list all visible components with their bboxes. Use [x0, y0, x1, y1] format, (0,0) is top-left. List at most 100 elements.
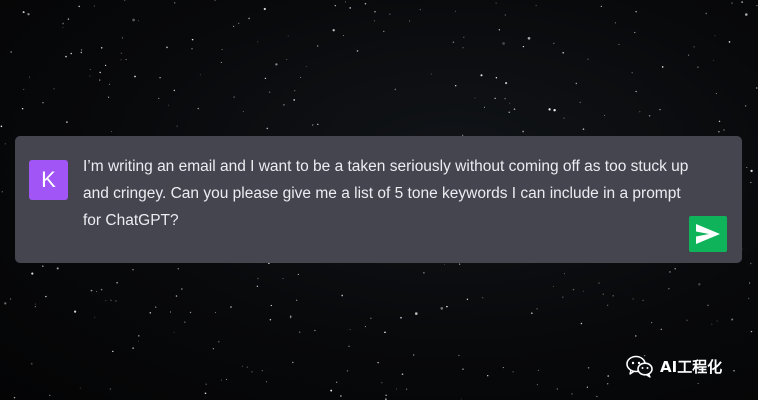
star: [607, 375, 610, 377]
star: [487, 375, 489, 377]
star: [221, 48, 223, 51]
star: [607, 383, 609, 385]
star: [99, 79, 101, 81]
star: [454, 84, 457, 87]
star: [90, 289, 93, 292]
star: [413, 354, 415, 356]
star: [648, 115, 651, 117]
star: [266, 127, 269, 130]
star: [230, 306, 232, 308]
star: [23, 88, 25, 90]
star: [674, 268, 676, 270]
star: [553, 42, 555, 45]
star: [562, 296, 564, 298]
star: [728, 41, 731, 43]
star: [248, 17, 250, 20]
star: [80, 49, 83, 51]
star: [750, 181, 752, 184]
star: [289, 316, 292, 319]
star: [697, 382, 699, 385]
star: [587, 367, 590, 369]
star: [750, 330, 753, 333]
star: [218, 341, 220, 343]
star: [444, 263, 445, 265]
star: [31, 272, 34, 275]
star: [705, 12, 708, 15]
star: [707, 304, 709, 306]
star: [115, 300, 117, 302]
send-button[interactable]: [689, 216, 727, 252]
star: [409, 20, 411, 22]
star: [749, 282, 751, 284]
star: [316, 45, 319, 47]
star: [53, 88, 55, 90]
star: [79, 387, 81, 389]
star: [389, 13, 391, 15]
star: [553, 286, 555, 287]
star: [635, 335, 637, 337]
star: [459, 263, 461, 265]
star: [522, 45, 525, 48]
star: [440, 307, 444, 310]
star: [184, 321, 186, 323]
star: [45, 295, 47, 298]
star: [746, 166, 748, 169]
star: [109, 388, 112, 390]
star: [522, 130, 524, 133]
star: [241, 365, 243, 367]
star: [334, 4, 336, 7]
star: [572, 288, 575, 291]
star: [246, 366, 248, 368]
star: [635, 11, 637, 13]
star: [191, 38, 194, 41]
star: [238, 22, 240, 24]
star: [423, 272, 425, 274]
star: [651, 322, 653, 324]
star: [385, 394, 387, 396]
star: [718, 120, 721, 123]
star: [494, 97, 496, 100]
star: [747, 297, 750, 300]
star: [105, 300, 107, 302]
star: [317, 123, 319, 126]
star: [462, 47, 464, 49]
star: [481, 296, 484, 299]
star: [197, 107, 200, 110]
star: [99, 71, 102, 74]
star: [377, 361, 379, 364]
star: [731, 2, 733, 4]
star: [220, 379, 222, 381]
star: [383, 30, 385, 33]
star: [537, 369, 539, 371]
star: [535, 4, 537, 6]
star: [49, 394, 51, 396]
star: [602, 293, 605, 295]
star: [212, 348, 214, 350]
star: [70, 52, 72, 55]
star: [138, 20, 139, 22]
star: [132, 18, 135, 22]
star: [744, 105, 747, 107]
star: [370, 317, 372, 319]
star: [269, 318, 272, 321]
star: [34, 303, 36, 305]
star: [458, 354, 460, 357]
star: [66, 121, 68, 123]
star: [606, 304, 609, 307]
star: [42, 265, 44, 267]
star: [712, 59, 714, 61]
star: [373, 20, 376, 22]
star: [93, 5, 95, 7]
star: [173, 89, 176, 92]
star: [364, 2, 367, 5]
star: [124, 0, 126, 1]
star: [108, 83, 110, 85]
star: [205, 383, 207, 385]
star: [396, 388, 397, 390]
star: [474, 97, 476, 99]
star: [330, 389, 333, 392]
star: [132, 347, 134, 349]
star: [612, 294, 615, 297]
star: [261, 370, 263, 372]
star: [10, 51, 12, 53]
